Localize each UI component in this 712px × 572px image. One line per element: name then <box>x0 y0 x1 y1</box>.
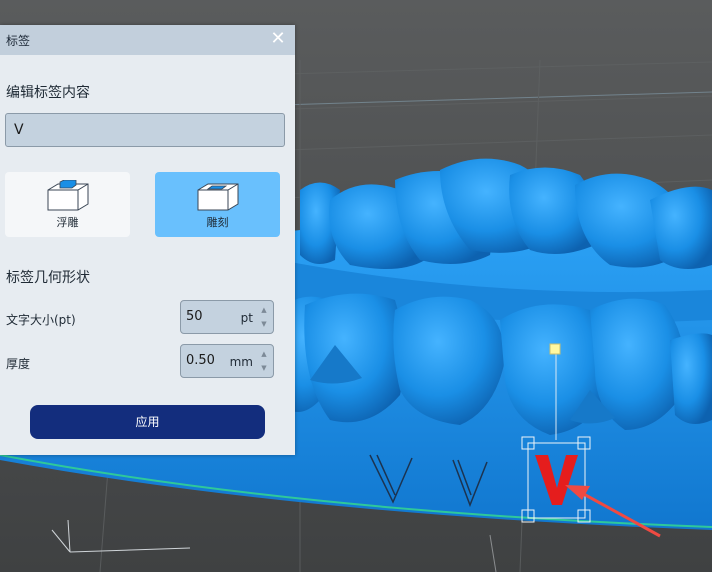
thickness-spinbox[interactable]: 0.50 mm ▲ ▼ <box>180 344 274 378</box>
apply-button[interactable]: 应用 <box>30 405 265 439</box>
emboss-label: 浮雕 <box>56 216 79 229</box>
close-icon[interactable]: ✕ <box>267 28 289 50</box>
label-text-input[interactable]: V <box>5 113 285 147</box>
engrave-label: 雕刻 <box>206 216 229 229</box>
label-move-handle[interactable] <box>549 343 561 355</box>
label-panel: 标签 ✕ 编辑标签内容 V 浮雕 雕刻 标签几何形状 文字大小(pt) 50 p… <box>0 25 295 455</box>
font-size-spinbox[interactable]: 50 pt ▲ ▼ <box>180 300 274 334</box>
thickness-label: 厚度 <box>6 357 31 371</box>
font-size-down-icon[interactable]: ▼ <box>259 318 269 330</box>
font-size-unit: pt <box>240 311 253 325</box>
engrave-button[interactable]: 雕刻 <box>155 172 280 237</box>
geometry-section-title: 标签几何形状 <box>6 270 90 286</box>
thickness-unit: mm <box>229 355 253 369</box>
font-size-label: 文字大小(pt) <box>6 313 76 327</box>
emboss-button[interactable]: 浮雕 <box>5 172 130 237</box>
thickness-down-icon[interactable]: ▼ <box>259 362 269 374</box>
panel-title: 标签 <box>6 34 31 48</box>
edit-section-title: 编辑标签内容 <box>6 85 90 101</box>
thickness-value: 0.50 <box>186 353 215 368</box>
panel-header: 标签 ✕ <box>0 25 295 55</box>
emboss-icon <box>47 180 89 211</box>
font-size-up-icon[interactable]: ▲ <box>259 304 269 316</box>
thickness-up-icon[interactable]: ▲ <box>259 348 269 360</box>
engrave-icon <box>197 183 239 211</box>
font-size-value: 50 <box>186 309 203 324</box>
